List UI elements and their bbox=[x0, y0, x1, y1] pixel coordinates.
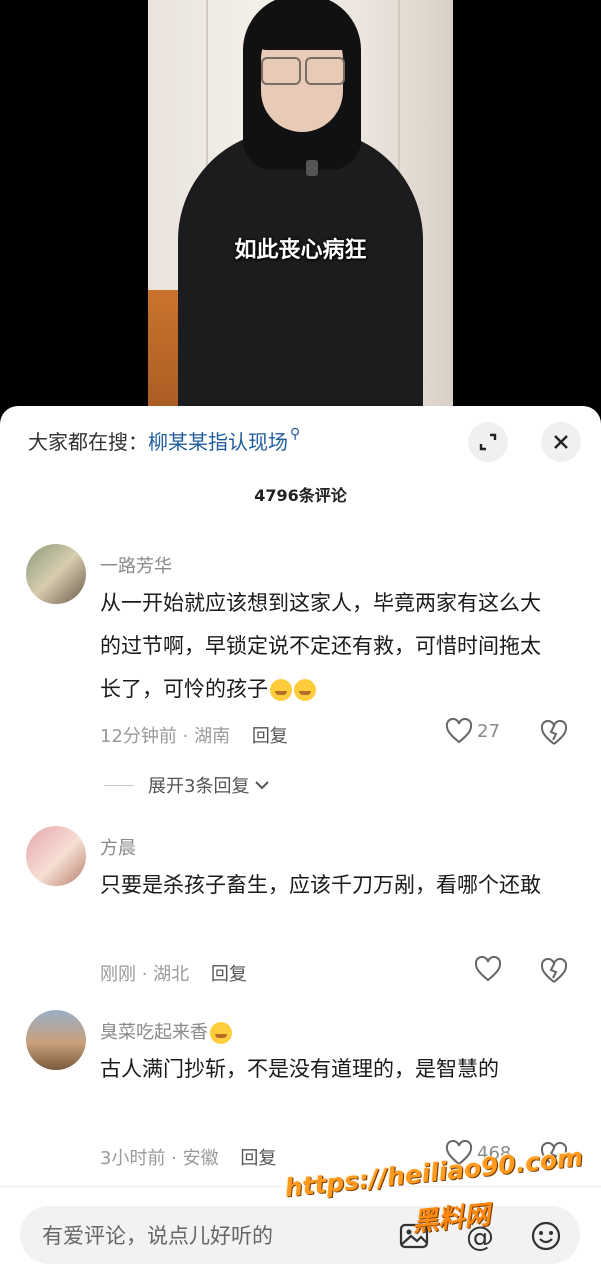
comment-time: 3小时前 bbox=[100, 1148, 166, 1169]
comment-content: 古人满门抄斩，不是没有道理的，是智慧的 bbox=[100, 1057, 499, 1081]
like-button[interactable] bbox=[474, 956, 502, 982]
chevron-down-icon bbox=[255, 781, 270, 790]
comment-meta: 刚刚 · 湖北 回复 bbox=[100, 964, 247, 985]
comment-location: 安徽 bbox=[182, 1148, 219, 1169]
expand-replies-label: 展开3条回复 bbox=[148, 776, 250, 797]
mic-image bbox=[306, 160, 318, 176]
comment-username[interactable]: 一路芳华 bbox=[100, 552, 172, 578]
expand-button[interactable] bbox=[468, 422, 508, 462]
search-suggestion[interactable]: 大家都在搜：柳某某指认现场 ⚲ bbox=[28, 426, 300, 455]
comment-time: 12分钟前 bbox=[100, 726, 177, 747]
avatar[interactable] bbox=[26, 1010, 86, 1070]
smiley-icon bbox=[531, 1221, 561, 1251]
heart-icon bbox=[474, 956, 502, 982]
video-player[interactable]: 如此丧心病狂 bbox=[0, 0, 601, 430]
close-icon bbox=[554, 435, 568, 449]
comment-count: 4796条评论 bbox=[254, 486, 347, 505]
comment-meta: 3小时前 · 安徽 回复 bbox=[100, 1148, 277, 1169]
like-button[interactable]: 27 bbox=[445, 718, 500, 744]
crying-emoji-icon bbox=[270, 679, 292, 701]
expand-replies-button[interactable]: 展开3条回复 bbox=[104, 772, 271, 798]
broken-heart-icon bbox=[540, 719, 568, 745]
video-frame bbox=[148, 0, 453, 430]
comment-username[interactable]: 臭菜吃起来香 bbox=[100, 1018, 232, 1044]
crying-emoji-icon bbox=[294, 679, 316, 701]
search-term-link[interactable]: 柳某某指认现场 bbox=[148, 430, 288, 454]
presenter-image bbox=[178, 130, 423, 430]
emoji-button[interactable] bbox=[530, 1220, 562, 1252]
comment-time: 刚刚 bbox=[100, 964, 136, 985]
expand-divider bbox=[104, 784, 134, 786]
expand-icon bbox=[479, 433, 497, 451]
like-count: 27 bbox=[477, 720, 500, 742]
avatar[interactable] bbox=[26, 544, 86, 604]
video-subtitle: 如此丧心病狂 bbox=[234, 237, 367, 263]
comment-username-text: 臭菜吃起来香 bbox=[100, 1022, 208, 1043]
search-prefix: 大家都在搜： bbox=[28, 430, 148, 454]
close-button[interactable] bbox=[541, 422, 581, 462]
reply-button[interactable]: 回复 bbox=[211, 964, 247, 985]
reply-button[interactable]: 回复 bbox=[240, 1148, 276, 1169]
comment-content: 从一开始就应该想到这家人，毕竟两家有这么大的过节啊，早锁定说不定还有救，可惜时间… bbox=[100, 582, 560, 711]
dislike-button[interactable] bbox=[540, 957, 568, 988]
avatar[interactable] bbox=[26, 826, 86, 886]
comment-location: 湖北 bbox=[153, 964, 190, 985]
comment-meta: 12分钟前 · 湖南 回复 bbox=[100, 726, 288, 747]
comment-input-bar: @ bbox=[20, 1206, 580, 1266]
comment-username[interactable]: 方晨 bbox=[100, 834, 136, 860]
search-icon: ⚲ bbox=[290, 426, 301, 442]
comment-text: 从一开始就应该想到这家人，毕竟两家有这么大的过节啊，早锁定说不定还有救，可惜时间… bbox=[100, 591, 541, 701]
broken-heart-icon bbox=[540, 957, 568, 983]
dislike-button[interactable] bbox=[540, 719, 568, 750]
comment-location: 湖南 bbox=[194, 726, 231, 747]
reply-button[interactable]: 回复 bbox=[252, 726, 288, 747]
heart-icon bbox=[445, 718, 473, 744]
comment-content: 只要是杀孩子畜生，应该千刀万剐，看哪个还敢 bbox=[100, 873, 541, 897]
comment-input[interactable] bbox=[40, 1206, 374, 1266]
tongue-emoji-icon bbox=[210, 1022, 232, 1044]
